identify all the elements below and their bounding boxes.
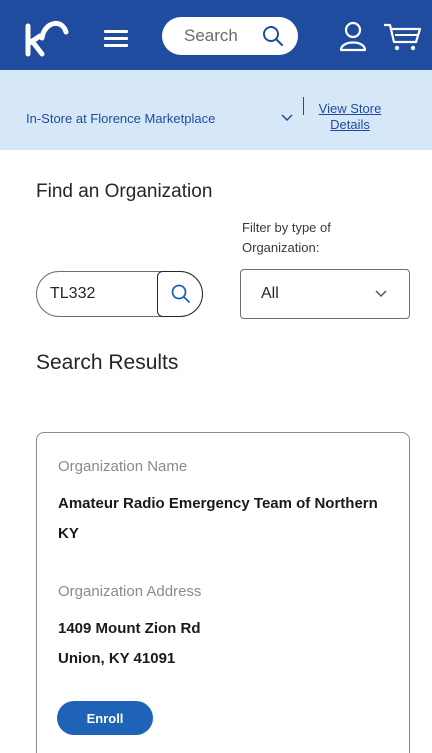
organization-search[interactable]	[36, 271, 203, 317]
top-header	[0, 0, 432, 70]
chevron-down-icon	[375, 290, 387, 298]
organization-name-label: Organization Name	[58, 458, 188, 475]
search-icon[interactable]	[262, 25, 284, 47]
view-store-details-link[interactable]: View Store Details	[310, 101, 390, 133]
search-icon	[171, 284, 190, 303]
organization-search-button[interactable]	[157, 271, 203, 317]
organization-address-label: Organization Address	[58, 583, 202, 600]
enroll-button[interactable]: Enroll	[57, 701, 153, 735]
search-results-heading: Search Results	[36, 351, 179, 374]
organization-type-select[interactable]: All	[240, 269, 410, 319]
menu-icon[interactable]	[104, 30, 128, 48]
store-selector[interactable]: In-Store at Florence Marketplace	[26, 111, 215, 126]
filter-label: Filter by type of Organization:	[242, 220, 331, 255]
header-search[interactable]	[162, 17, 298, 55]
organization-search-input[interactable]	[50, 272, 160, 316]
organization-card: Organization Name Amateur Radio Emergenc…	[36, 432, 410, 753]
page-title: Find an Organization	[36, 181, 213, 202]
header-search-input[interactable]	[184, 17, 256, 55]
kroger-logo-icon[interactable]	[18, 14, 70, 58]
divider	[303, 97, 304, 115]
user-icon[interactable]	[338, 20, 368, 52]
organization-address-line1: 1409 Mount Zion Rd	[58, 620, 201, 637]
chevron-down-icon[interactable]	[281, 114, 293, 122]
organization-address-line2: Union, KY 41091	[58, 650, 176, 667]
organization-name: Amateur Radio Emergency Team of Northern…	[58, 495, 378, 542]
store-banner: In-Store at Florence Marketplace View St…	[0, 70, 432, 150]
cart-icon[interactable]	[382, 20, 422, 52]
organization-type-value: All	[261, 285, 279, 302]
